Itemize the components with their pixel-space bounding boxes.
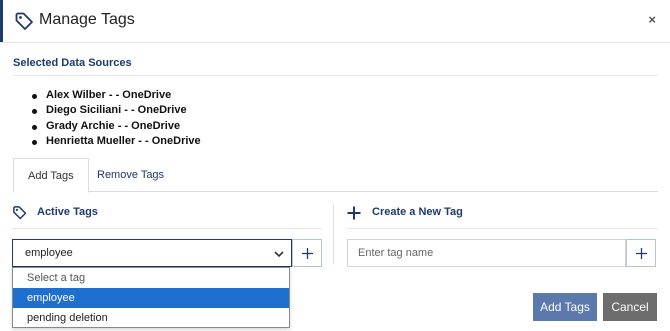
data-source-item: Diego Siciliani - - OneDrive (32, 103, 201, 118)
add-active-tag-button[interactable] (292, 239, 322, 267)
plus-icon (302, 248, 313, 259)
active-tags-heading: Active Tags (37, 206, 98, 218)
column-divider (347, 228, 658, 229)
new-tag-name-input[interactable] (347, 239, 626, 267)
dropdown-option[interactable]: Select a tag (13, 268, 289, 288)
section-divider (13, 75, 658, 76)
tag-icon (15, 12, 33, 30)
column-divider (12, 228, 322, 229)
data-source-item: Alex Wilber - - OneDrive (32, 88, 201, 103)
select-value: employee (25, 247, 73, 259)
tag-icon (13, 206, 27, 220)
data-source-item: Grady Archie - - OneDrive (32, 119, 201, 134)
active-tags-select[interactable]: employee (12, 239, 292, 267)
dialog-title: Manage Tags (39, 11, 135, 28)
dropdown-option[interactable]: employee (13, 288, 289, 308)
data-source-list: Alex Wilber - - OneDrive Diego Siciliani… (32, 88, 201, 149)
selected-data-sources-title: Selected Data Sources (13, 57, 132, 69)
tab-add-tags[interactable]: Add Tags (13, 158, 89, 193)
cancel-button[interactable]: Cancel (603, 293, 657, 321)
create-tag-heading: Create a New Tag (372, 206, 463, 218)
tab-remove-tags[interactable]: Remove Tags (83, 158, 178, 192)
close-icon[interactable]: × (648, 12, 656, 27)
plus-icon (636, 248, 647, 259)
add-new-tag-button[interactable] (626, 239, 656, 267)
dialog-header: Manage Tags × (0, 0, 670, 43)
dropdown-option[interactable]: pending deletion (13, 308, 289, 328)
column-separator (333, 204, 334, 264)
tab-bar: Add Tags Remove Tags (13, 158, 658, 193)
chevron-down-icon (274, 251, 284, 258)
data-source-item: Henrietta Mueller - - OneDrive (32, 134, 201, 149)
add-tags-button[interactable]: Add Tags (533, 293, 597, 321)
plus-icon (347, 206, 361, 220)
tag-options-dropdown: Select a tag employee pending deletion (12, 267, 290, 328)
